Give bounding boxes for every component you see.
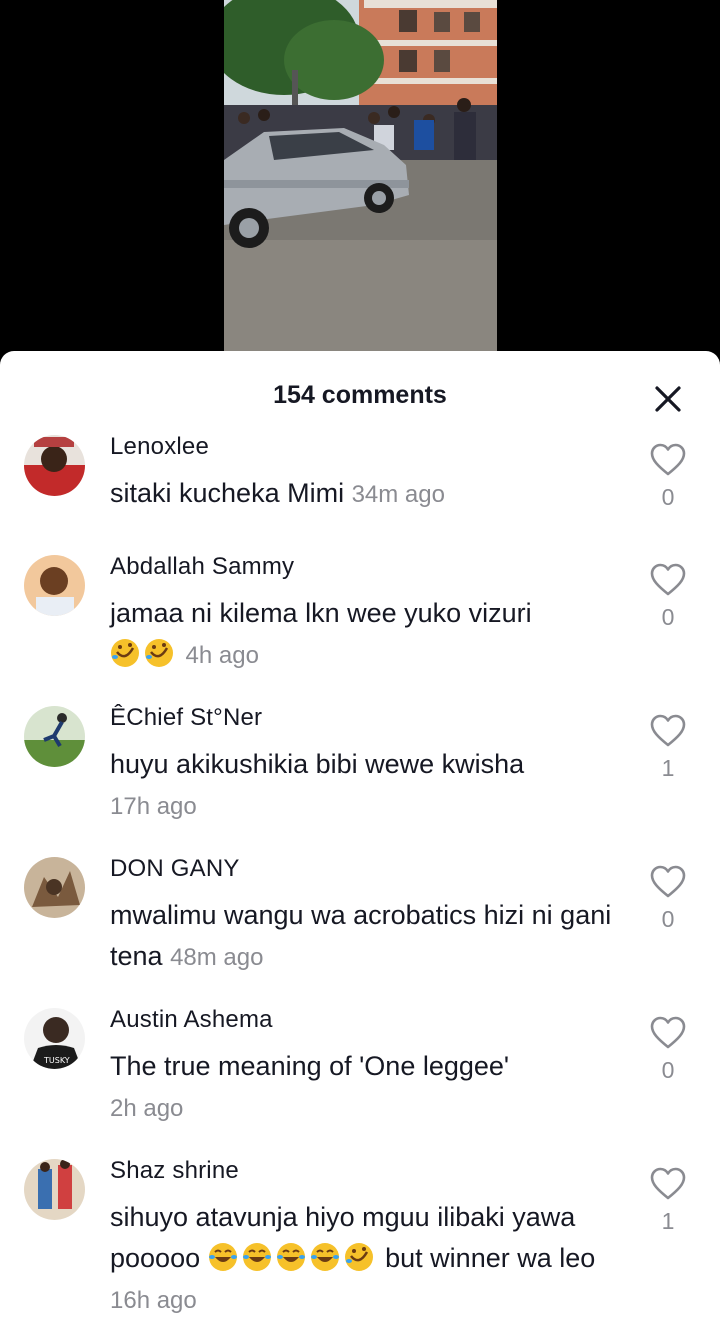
- avatar[interactable]: [24, 1159, 85, 1220]
- comment-username[interactable]: Lenoxlee: [110, 433, 209, 461]
- avatar[interactable]: [24, 435, 85, 496]
- heart-outline-icon: [650, 714, 686, 747]
- comment-time: 17h ago: [110, 793, 197, 820]
- heart-outline-icon: [650, 443, 686, 476]
- comment-body: sihuyo atavunja hiyo mguu ilibaki yawa p…: [110, 1197, 620, 1321]
- like-count: 0: [661, 906, 675, 932]
- comment-item: DON GANY mwalimu wangu wa acrobatics hiz…: [0, 851, 720, 1001]
- comment-text: The true meaning of 'One leggee': [110, 1051, 510, 1081]
- like-button[interactable]: 0: [646, 443, 690, 511]
- comment-text: jamaa ni kilema lkn wee yuko vizuri: [110, 598, 532, 628]
- comment-text: sitaki kucheka Mimi: [110, 478, 345, 508]
- rofl-emoji: [110, 638, 140, 668]
- comment-item: Lenoxlee sitaki kucheka Mimi 34m ago 0: [0, 429, 720, 549]
- joy-emoji: [276, 1242, 306, 1272]
- joy-emoji: [242, 1242, 272, 1272]
- comment-username[interactable]: Shaz shrine: [110, 1157, 239, 1185]
- comment-time: 4h ago: [185, 642, 259, 669]
- comment-username[interactable]: ÊChief St°Ner: [110, 704, 262, 732]
- comment-body: huyu akikushikia bibi wewe kwisha 17h ag…: [110, 744, 620, 827]
- comment-body: sitaki kucheka Mimi 34m ago: [110, 473, 620, 515]
- svg-text:TUSKY: TUSKY: [43, 1056, 70, 1065]
- video-frame: [224, 0, 497, 370]
- close-icon: [655, 386, 681, 412]
- comment-body: The true meaning of 'One leggee' 2h ago: [110, 1046, 620, 1129]
- like-button[interactable]: 0: [646, 1016, 690, 1084]
- avatar[interactable]: [24, 555, 85, 616]
- like-button[interactable]: 0: [646, 563, 690, 631]
- like-count: 0: [661, 604, 675, 630]
- like-button[interactable]: 0: [646, 865, 690, 933]
- comment-text-continued: but winner wa leo: [385, 1243, 596, 1273]
- comment-time: 48m ago: [170, 944, 264, 971]
- comment-time: 2h ago: [110, 1095, 184, 1122]
- comment-username[interactable]: Abdallah Sammy: [110, 553, 294, 581]
- like-count: 0: [661, 1057, 675, 1083]
- like-button[interactable]: 1: [646, 714, 690, 782]
- comments-header: 154 comments: [0, 351, 720, 441]
- comment-item: TUSKY Austin Ashema The true meaning of …: [0, 1002, 720, 1152]
- comment-item: ÊChief St°Ner huyu akikushikia bibi wewe…: [0, 700, 720, 850]
- comment-time: 16h ago: [110, 1287, 197, 1314]
- avatar[interactable]: [24, 706, 85, 767]
- comment-username[interactable]: DON GANY: [110, 855, 240, 883]
- comment-body: jamaa ni kilema lkn wee yuko vizuri 4h a…: [110, 593, 620, 676]
- close-button[interactable]: [648, 379, 688, 419]
- rofl-emoji: [144, 638, 174, 668]
- like-button[interactable]: 1: [646, 1167, 690, 1235]
- video-thumbnail: [224, 0, 497, 370]
- video-player[interactable]: [0, 0, 720, 370]
- like-count: 1: [661, 755, 675, 781]
- comment-body: mwalimu wangu wa acrobatics hizi ni gani…: [110, 895, 620, 978]
- comment-username[interactable]: Austin Ashema: [110, 1006, 273, 1034]
- bottom-edge: [0, 1330, 720, 1340]
- joy-emoji: [310, 1242, 340, 1272]
- comment-count: 154 comments: [273, 381, 447, 409]
- avatar[interactable]: [24, 857, 85, 918]
- rofl-emoji: [344, 1242, 374, 1272]
- comment-text: huyu akikushikia bibi wewe kwisha: [110, 749, 525, 779]
- comment-time: 34m ago: [351, 481, 445, 508]
- like-count: 1: [661, 1208, 675, 1234]
- heart-outline-icon: [650, 1167, 686, 1200]
- heart-outline-icon: [650, 1016, 686, 1049]
- joy-emoji: [208, 1242, 238, 1272]
- heart-outline-icon: [650, 865, 686, 898]
- comment-item: Abdallah Sammy jamaa ni kilema lkn wee y…: [0, 549, 720, 699]
- comments-sheet: 154 comments Lenoxlee sitaki kucheka Mim…: [0, 351, 720, 1340]
- like-count: 0: [661, 484, 675, 510]
- heart-outline-icon: [650, 563, 686, 596]
- comment-item: Shaz shrine sihuyo atavunja hiyo mguu il…: [0, 1153, 720, 1340]
- avatar[interactable]: TUSKY: [24, 1008, 85, 1069]
